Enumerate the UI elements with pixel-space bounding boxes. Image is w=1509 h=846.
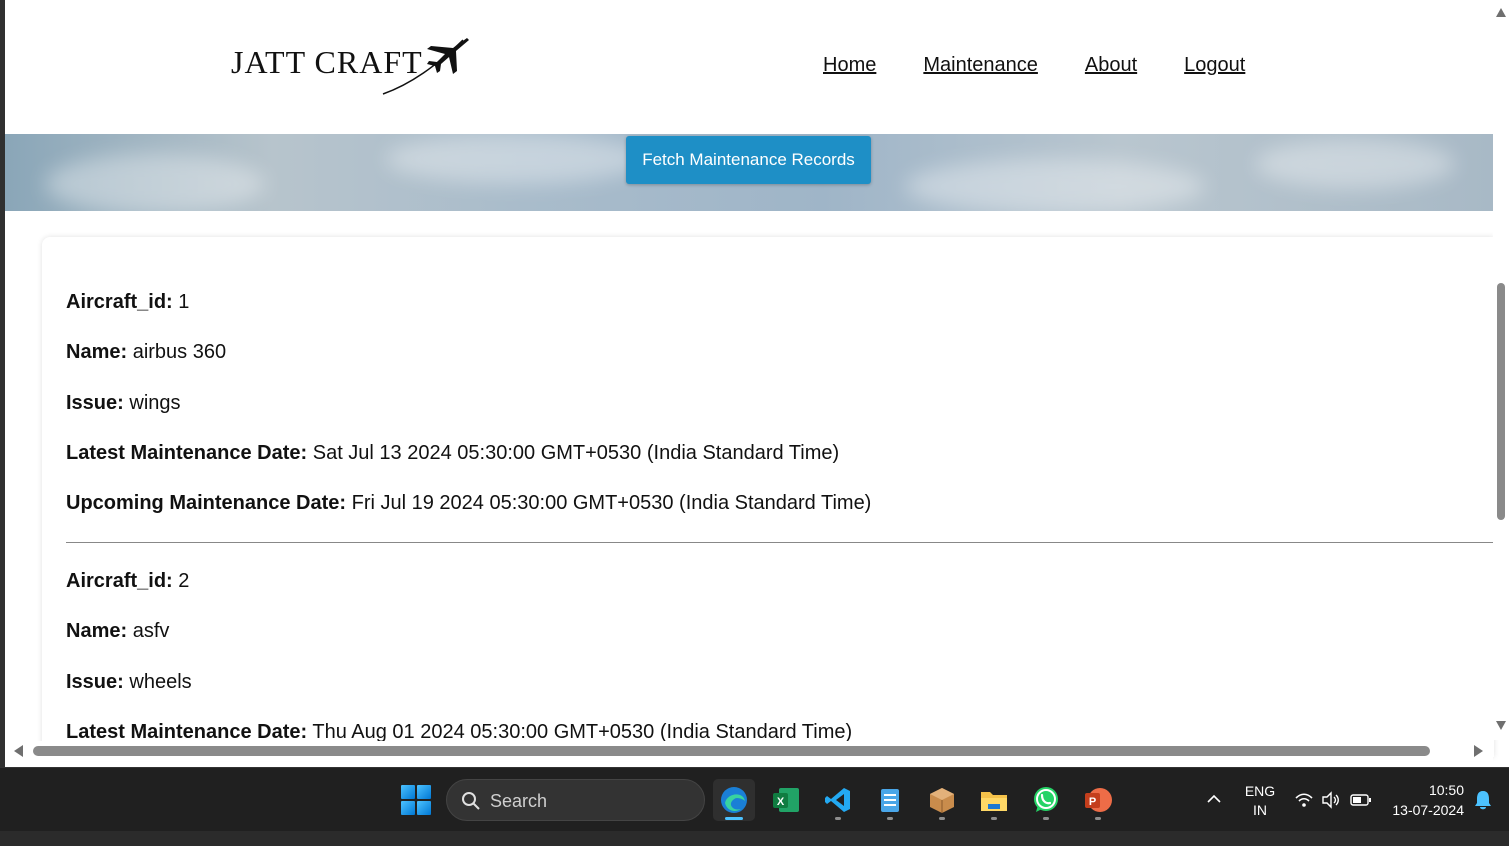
- cloud: [385, 134, 645, 184]
- vertical-scroll-thumb[interactable]: [1497, 283, 1505, 520]
- cloud: [905, 159, 1205, 211]
- scroll-up-arrow-icon[interactable]: [1496, 8, 1506, 17]
- cloud: [1255, 139, 1455, 189]
- clock-date: 13-07-2024: [1392, 802, 1464, 818]
- name-row: Name: asfv: [66, 620, 170, 643]
- latest-date-value: Thu Aug 01 2024 05:30:00 GMT+0530 (India…: [312, 720, 853, 743]
- svg-text:P: P: [1089, 796, 1096, 808]
- issue-row: Issue: wheels: [66, 670, 192, 693]
- search-placeholder: Search: [490, 791, 548, 811]
- record-2: Aircraft_id: 2 Name: asfv Issue: wheels …: [66, 571, 852, 767]
- svg-text:X: X: [777, 796, 785, 808]
- main-nav: Home Maintenance About Logout: [823, 54, 1245, 77]
- vscode-icon[interactable]: [817, 779, 859, 821]
- file-explorer-icon[interactable]: [973, 779, 1015, 821]
- horizontal-scroll-thumb[interactable]: [33, 746, 1430, 756]
- nav-logout[interactable]: Logout: [1184, 54, 1245, 77]
- issue-row: Issue: wings: [66, 391, 181, 414]
- battery-icon[interactable]: [1350, 792, 1372, 808]
- chevron-up-icon[interactable]: [1206, 792, 1222, 806]
- scroll-left-arrow-icon[interactable]: [14, 745, 23, 757]
- whatsapp-icon[interactable]: [1025, 779, 1067, 821]
- windows-start-icon[interactable]: [401, 785, 431, 815]
- nav-home[interactable]: Home: [823, 54, 876, 77]
- records-card: Aircraft_id: 1 Name: airbus 360 Issue: w…: [42, 237, 1494, 757]
- aircraft-id-value: 2: [178, 570, 190, 592]
- nav-about[interactable]: About: [1085, 54, 1137, 77]
- name-row: Name: airbus 360: [66, 341, 227, 364]
- taskbar-search[interactable]: Search: [446, 779, 705, 821]
- name-value: asfv: [132, 620, 170, 643]
- record-divider: [66, 542, 1494, 543]
- brand-logo[interactable]: JATT CRAFT: [231, 36, 471, 98]
- aircraft-id-row: Aircraft_id: 1: [66, 291, 190, 313]
- issue-value: wings: [129, 391, 181, 414]
- issue-value: wheels: [129, 670, 192, 693]
- cloud: [45, 154, 265, 211]
- upcoming-date-value: Fri Jul 19 2024 05:30:00 GMT+0530 (India…: [351, 492, 872, 515]
- search-icon: [462, 792, 480, 810]
- upcoming-date-row: Upcoming Maintenance Date: Fri Jul 19 20…: [66, 492, 872, 515]
- record-1: Aircraft_id: 1 Name: airbus 360 Issue: w…: [66, 292, 871, 543]
- edge-icon[interactable]: [713, 779, 755, 821]
- browser-viewport: JATT CRAFT Home Maintenance About Logout…: [0, 0, 1509, 767]
- sky-banner: Fetch Maintenance Records: [5, 134, 1493, 211]
- powerpoint-icon[interactable]: P: [1077, 779, 1119, 821]
- site-header: JATT CRAFT Home Maintenance About Logout: [5, 0, 1493, 134]
- nav-maintenance[interactable]: Maintenance: [923, 54, 1038, 77]
- scroll-down-arrow-icon[interactable]: [1496, 721, 1506, 730]
- scroll-right-arrow-icon[interactable]: [1474, 745, 1483, 757]
- airplane-icon: [382, 38, 469, 95]
- package-icon[interactable]: [921, 779, 963, 821]
- latest-date-value: Sat Jul 13 2024 05:30:00 GMT+0530 (India…: [312, 441, 840, 464]
- volume-icon[interactable]: [1321, 791, 1341, 809]
- notification-bell-icon[interactable]: [1473, 789, 1493, 811]
- system-clock[interactable]: 10:50 13-07-2024: [1384, 780, 1464, 844]
- excel-icon[interactable]: X: [765, 779, 807, 821]
- notepad-icon[interactable]: [869, 779, 911, 821]
- wifi-icon[interactable]: [1294, 791, 1314, 809]
- aircraft-id-row: Aircraft_id: 2: [66, 570, 190, 592]
- language-indicator[interactable]: ENG IN: [1240, 782, 1280, 846]
- clock-time: 10:50: [1428, 782, 1464, 798]
- windows-taskbar: Search X P ENG IN 10:50 13-07-2024: [0, 767, 1509, 831]
- fetch-maintenance-records-button[interactable]: Fetch Maintenance Records: [626, 136, 871, 184]
- aircraft-id-value: 1: [178, 291, 190, 313]
- name-value: airbus 360: [132, 341, 227, 364]
- latest-date-row: Latest Maintenance Date: Sat Jul 13 2024…: [66, 441, 840, 464]
